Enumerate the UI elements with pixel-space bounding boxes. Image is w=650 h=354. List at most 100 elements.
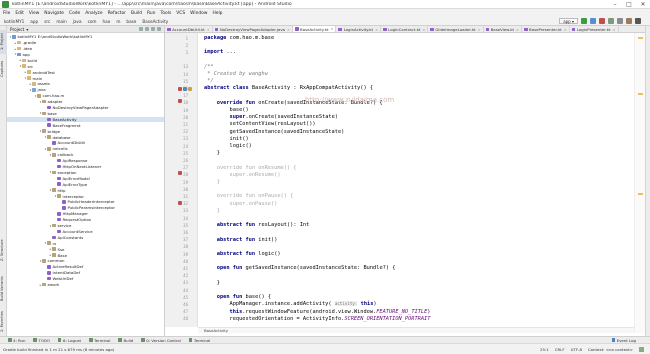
code-line[interactable]: abstract fun resLayout(): Int bbox=[204, 222, 310, 228]
close-tab-icon[interactable]: × bbox=[331, 27, 334, 31]
tool-todo[interactable]: TODO bbox=[33, 338, 50, 343]
close-tab-icon[interactable]: × bbox=[564, 28, 567, 32]
close-tab-icon[interactable]: × bbox=[422, 28, 425, 32]
line-number[interactable]: 46 bbox=[183, 302, 188, 307]
tree-item[interactable]: ApiConstants bbox=[7, 235, 164, 241]
code-line[interactable]: } bbox=[204, 208, 220, 214]
line-number[interactable]: 20 bbox=[183, 115, 188, 120]
tree-item[interactable]: NoDestroyViewPagerAdapter bbox=[7, 105, 164, 111]
code-line[interactable]: super.onResume() bbox=[204, 172, 281, 178]
line-number[interactable]: 2 bbox=[186, 43, 188, 48]
line-number[interactable]: 26 bbox=[183, 158, 188, 163]
menu-code[interactable]: Code bbox=[69, 11, 80, 16]
line-number[interactable]: 44 bbox=[183, 288, 188, 293]
tree-item[interactable]: ▾ com.hao.m bbox=[7, 93, 164, 99]
line-number[interactable]: 17 bbox=[183, 93, 188, 98]
tree-item[interactable]: ▾ main bbox=[7, 75, 164, 81]
code-line[interactable]: */ bbox=[204, 78, 213, 84]
code-editor[interactable]: package com.hao.m.base import ... /** * Cr… bbox=[198, 33, 634, 327]
code-line[interactable]: base() bbox=[204, 107, 249, 113]
settings-gear-icon[interactable] bbox=[151, 27, 155, 31]
code-line[interactable]: /** bbox=[204, 64, 214, 70]
tree-item[interactable]: ▸ Base bbox=[7, 252, 164, 258]
tree-item[interactable]: RequestOption bbox=[7, 217, 164, 223]
menu-window[interactable]: Window bbox=[190, 11, 207, 16]
tool-tab-structure[interactable]: Z: Structure bbox=[0, 236, 7, 264]
hide-panel-icon[interactable] bbox=[157, 27, 161, 31]
tree-item[interactable]: ▾ src bbox=[7, 64, 164, 70]
tool-terminal[interactable]: Terminal bbox=[89, 338, 110, 343]
menu-refactor[interactable]: Refactor bbox=[108, 11, 126, 16]
close-tab-icon[interactable]: × bbox=[516, 28, 519, 32]
line-number[interactable]: 31 bbox=[183, 194, 188, 199]
code-line[interactable]: override fun onPause() { bbox=[204, 193, 294, 199]
breadcrumb-com[interactable]: com bbox=[88, 19, 97, 24]
collapse-all-icon[interactable] bbox=[145, 27, 149, 31]
editor-tab[interactable]: GlideImageLoader.kt × bbox=[428, 26, 484, 32]
editor-breadcrumb[interactable]: BaseActivity bbox=[198, 327, 634, 333]
code-line[interactable]: requestedOrientation = ActivityInfo.SCRE… bbox=[204, 316, 431, 322]
line-number[interactable]: 25 bbox=[183, 151, 188, 156]
tool-run[interactable]: 4: Run bbox=[8, 338, 25, 343]
tree-item[interactable]: AccountService bbox=[7, 229, 164, 235]
line-number[interactable]: 34 bbox=[183, 216, 188, 221]
override-marker-icon[interactable] bbox=[178, 171, 182, 175]
run-configuration-select[interactable]: app ▾ bbox=[559, 18, 578, 24]
tree-item[interactable]: ▾ java bbox=[7, 87, 164, 93]
code-line[interactable]: override fun onResume() { bbox=[204, 165, 297, 171]
code-line[interactable]: super.onCreate(savedInstanceState) bbox=[204, 114, 338, 120]
warning-marker[interactable] bbox=[638, 37, 643, 39]
tree-item[interactable]: BaseFragment bbox=[7, 123, 164, 129]
line-number[interactable]: 39 bbox=[183, 252, 188, 257]
menu-analyze[interactable]: Analyze bbox=[85, 11, 102, 16]
line-number[interactable]: 37 bbox=[183, 237, 188, 242]
tree-item[interactable]: BaseActivity bbox=[7, 116, 164, 123]
tool-tab-project[interactable]: 1: Project bbox=[0, 30, 7, 54]
avd-manager-icon[interactable] bbox=[617, 18, 623, 24]
tree-item[interactable]: PublicHeaderInterceptor bbox=[7, 199, 164, 205]
warning-marker[interactable] bbox=[638, 93, 643, 95]
fold-marker-icon[interactable] bbox=[188, 87, 192, 91]
line-number[interactable]: 35 bbox=[183, 223, 188, 228]
line-separator[interactable]: CRLF bbox=[555, 347, 565, 352]
line-number[interactable]: 45 bbox=[183, 295, 188, 300]
breadcrumb-main[interactable]: main bbox=[56, 19, 66, 24]
debug-icon[interactable] bbox=[590, 18, 596, 24]
breadcrumb-base[interactable]: base bbox=[126, 19, 136, 24]
line-number[interactable]: 33 bbox=[183, 208, 188, 213]
code-line[interactable]: abstract fun logic() bbox=[204, 251, 281, 257]
close-tab-icon[interactable]: × bbox=[613, 28, 616, 32]
breadcrumb-project[interactable]: kotlinMY1 bbox=[4, 19, 24, 24]
tree-item[interactable]: ▾ database bbox=[7, 134, 164, 140]
breadcrumb-m[interactable]: m bbox=[116, 19, 120, 24]
tree-item[interactable]: ActiveResultDef bbox=[7, 264, 164, 270]
breadcrumb-hao[interactable]: hao bbox=[103, 19, 111, 24]
search-everywhere-icon[interactable] bbox=[635, 18, 641, 24]
code-line[interactable]: } bbox=[204, 150, 220, 156]
tool-logcat[interactable]: 6: Logcat bbox=[57, 338, 81, 343]
editor-tab[interactable]: BasePresenter.kt × bbox=[522, 26, 570, 32]
line-number[interactable]: 22 bbox=[183, 129, 188, 134]
line-number[interactable]: 3 bbox=[186, 50, 188, 55]
tree-item[interactable]: PublicParamsInterceptor bbox=[7, 205, 164, 211]
context-indicator[interactable]: Context: <no context> bbox=[588, 347, 633, 352]
line-number[interactable]: 24 bbox=[183, 144, 188, 149]
line-number[interactable]: 1 bbox=[186, 36, 188, 41]
line-number[interactable]: 16 bbox=[183, 86, 188, 91]
line-number[interactable]: 23 bbox=[183, 136, 188, 141]
editor-tab[interactable]: NoDestroyViewPagerAdapter.java × bbox=[213, 26, 293, 32]
menu-file[interactable]: File bbox=[3, 11, 10, 16]
tree-item[interactable]: ▾ adapter bbox=[7, 99, 164, 105]
memory-indicator-icon[interactable] bbox=[639, 346, 644, 352]
line-number[interactable]: 15 bbox=[183, 79, 188, 84]
menu-help[interactable]: Help bbox=[212, 11, 222, 16]
code-line[interactable]: import ... bbox=[204, 49, 236, 55]
line-number[interactable]: 43 bbox=[183, 280, 188, 285]
breadcrumb-java[interactable]: java bbox=[73, 19, 82, 24]
tree-item[interactable]: IntentDataDef bbox=[7, 270, 164, 276]
tree-item[interactable]: WebUrlDef bbox=[7, 276, 164, 282]
tree-item[interactable]: ApiErrorModel bbox=[7, 176, 164, 182]
close-button[interactable]: ✕ bbox=[636, 0, 650, 9]
tree-item[interactable]: ▸ androidTest bbox=[7, 69, 164, 75]
editor-scrollbar[interactable] bbox=[634, 33, 645, 333]
